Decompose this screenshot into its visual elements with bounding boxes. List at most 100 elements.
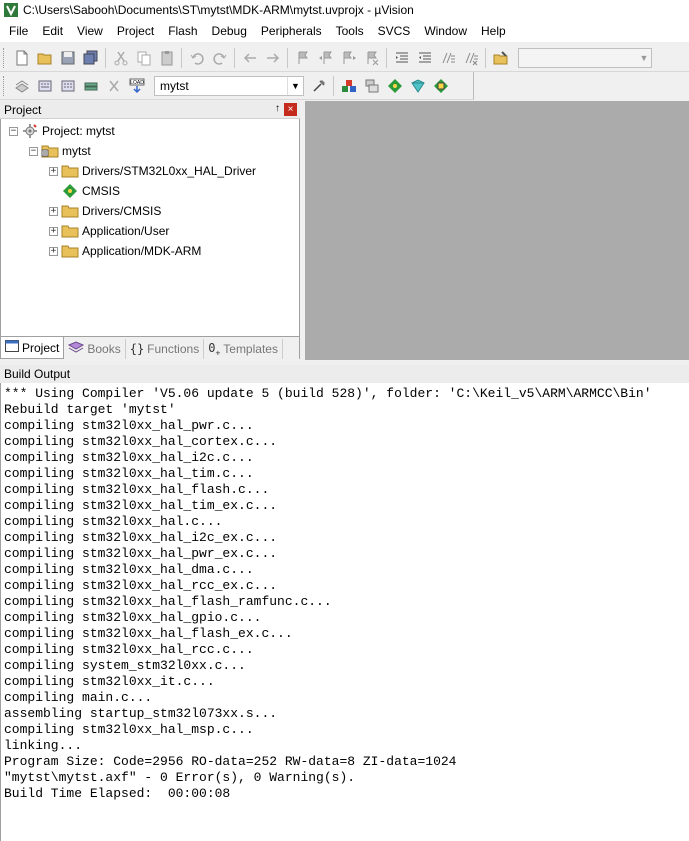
build-output-line: compiling stm32l0xx_hal_i2c_ex.c... bbox=[4, 530, 278, 545]
file-toolbar: ▼ bbox=[0, 44, 689, 72]
toolbar-separator bbox=[333, 75, 334, 96]
manage-rte-icon[interactable] bbox=[384, 75, 406, 97]
expand-icon[interactable]: + bbox=[49, 206, 58, 216]
tab-project[interactable]: Project bbox=[0, 337, 65, 359]
tab-templates[interactable]: 0+ Templates bbox=[204, 339, 283, 359]
menu-debug[interactable]: Debug bbox=[205, 20, 254, 42]
bookmark-next-icon[interactable] bbox=[338, 47, 360, 69]
unindent-icon[interactable] bbox=[414, 47, 436, 69]
build-output-line: compiling stm32l0xx_hal_pwr_ex.c... bbox=[4, 546, 278, 561]
cut-icon[interactable] bbox=[110, 47, 132, 69]
tree-group[interactable]: + Application/User bbox=[49, 221, 169, 241]
save-icon[interactable] bbox=[57, 47, 79, 69]
build-output-line: compiling stm32l0xx_hal_pwr.c... bbox=[4, 418, 254, 433]
save-all-icon[interactable] bbox=[80, 47, 102, 69]
build-output-line: compiling stm32l0xx_hal_rcc_ex.c... bbox=[4, 578, 278, 593]
stop-build-icon[interactable] bbox=[103, 75, 125, 97]
menu-file[interactable]: File bbox=[2, 20, 35, 42]
toolbar-grip[interactable] bbox=[3, 75, 7, 96]
comment-icon[interactable] bbox=[437, 47, 459, 69]
software-packs-icon[interactable] bbox=[430, 75, 452, 97]
navigate-forward-icon[interactable] bbox=[262, 47, 284, 69]
select-packs-icon[interactable] bbox=[361, 75, 383, 97]
folder-icon bbox=[61, 223, 79, 239]
tree-group[interactable]: + Drivers/CMSIS bbox=[49, 201, 161, 221]
new-file-icon[interactable] bbox=[11, 47, 33, 69]
tree-group[interactable]: + Drivers/STM32L0xx_HAL_Driver bbox=[49, 161, 256, 181]
find-combo[interactable]: ▼ bbox=[518, 47, 652, 68]
menu-edit[interactable]: Edit bbox=[35, 20, 70, 42]
menu-bar: File Edit View Project Flash Debug Perip… bbox=[0, 20, 689, 42]
find-in-files-icon[interactable] bbox=[490, 47, 512, 69]
tree-group-label: Drivers/CMSIS bbox=[82, 204, 162, 218]
target-select[interactable]: mytst ▼ bbox=[154, 75, 304, 96]
toolbar-grip[interactable] bbox=[3, 47, 7, 68]
menu-flash[interactable]: Flash bbox=[161, 20, 204, 42]
cmsis-component-icon bbox=[61, 183, 79, 199]
pin-icon[interactable]: ↑ bbox=[275, 103, 280, 114]
build-output-line: compiling main.c... bbox=[4, 690, 153, 705]
batch-build-icon[interactable] bbox=[80, 75, 102, 97]
collapse-icon[interactable]: − bbox=[9, 126, 18, 136]
books-icon bbox=[68, 340, 85, 358]
menu-tools[interactable]: Tools bbox=[329, 20, 371, 42]
build-output-line: compiling stm32l0xx_it.c... bbox=[4, 674, 215, 689]
tree-group-label: Application/MDK-ARM bbox=[82, 244, 202, 258]
toolbar-separator bbox=[485, 47, 486, 68]
undo-icon[interactable] bbox=[186, 47, 208, 69]
pack-installer-icon[interactable] bbox=[407, 75, 429, 97]
build-output-line: compiling stm32l0xx_hal_msp.c... bbox=[4, 722, 254, 737]
tree-root[interactable]: − Project: mytst bbox=[9, 121, 115, 141]
indent-icon[interactable] bbox=[391, 47, 413, 69]
expand-icon[interactable]: + bbox=[49, 246, 58, 256]
expand-icon[interactable]: + bbox=[49, 166, 58, 176]
tree-group[interactable]: CMSIS bbox=[61, 181, 120, 201]
bookmark-prev-icon[interactable] bbox=[315, 47, 337, 69]
chevron-down-icon[interactable]: ▼ bbox=[637, 49, 651, 67]
menu-project[interactable]: Project bbox=[110, 20, 161, 42]
toolbar-separator bbox=[105, 47, 106, 68]
copy-icon[interactable] bbox=[133, 47, 155, 69]
menu-view[interactable]: View bbox=[70, 20, 110, 42]
build-output-line: compiling stm32l0xx_hal_tim_ex.c... bbox=[4, 498, 278, 513]
close-icon[interactable]: × bbox=[284, 103, 297, 116]
rebuild-icon[interactable] bbox=[57, 75, 79, 97]
target-folder-icon bbox=[41, 143, 59, 159]
redo-icon[interactable] bbox=[209, 47, 231, 69]
build-output-line: linking... bbox=[4, 738, 83, 753]
chevron-down-icon[interactable]: ▼ bbox=[287, 76, 303, 95]
menu-svcs[interactable]: SVCS bbox=[371, 20, 418, 42]
target-options-icon[interactable] bbox=[308, 75, 330, 97]
menu-help[interactable]: Help bbox=[474, 20, 513, 42]
open-folder-icon[interactable] bbox=[34, 47, 56, 69]
folder-icon bbox=[61, 203, 79, 219]
menu-peripherals[interactable]: Peripherals bbox=[254, 20, 329, 42]
download-icon[interactable]: LOAD bbox=[126, 75, 148, 97]
tab-books[interactable]: Books bbox=[64, 339, 126, 359]
build-output-line: *** Using Compiler 'V5.06 update 5 (buil… bbox=[4, 386, 652, 401]
navigate-back-icon[interactable] bbox=[239, 47, 261, 69]
menu-window[interactable]: Window bbox=[417, 20, 474, 42]
tree-group[interactable]: + Application/MDK-ARM bbox=[49, 241, 201, 261]
manage-project-items-icon[interactable] bbox=[338, 75, 360, 97]
build-output-line: compiling stm32l0xx_hal_dma.c... bbox=[4, 562, 254, 577]
folder-icon bbox=[61, 163, 79, 179]
translate-icon[interactable] bbox=[11, 75, 33, 97]
paste-icon[interactable] bbox=[156, 47, 178, 69]
uncomment-icon[interactable] bbox=[460, 47, 482, 69]
templates-icon: 0+ bbox=[208, 340, 221, 358]
bookmark-icon[interactable] bbox=[292, 47, 314, 69]
toolbar-separator bbox=[234, 47, 235, 68]
build-output-pane[interactable]: *** Using Compiler 'V5.06 update 5 (buil… bbox=[0, 383, 689, 841]
bookmark-clear-icon[interactable] bbox=[361, 47, 383, 69]
tab-functions[interactable]: {} Functions bbox=[126, 339, 205, 359]
svg-text:LOAD: LOAD bbox=[130, 80, 144, 86]
build-output-line: compiling stm32l0xx_hal.c... bbox=[4, 514, 223, 529]
expand-icon[interactable]: + bbox=[49, 226, 58, 236]
collapse-icon[interactable]: − bbox=[29, 146, 38, 156]
tree-target[interactable]: − mytst bbox=[29, 141, 91, 161]
editor-area[interactable] bbox=[305, 101, 689, 360]
build-output-line: compiling stm32l0xx_hal_rcc.c... bbox=[4, 642, 254, 657]
build-icon[interactable] bbox=[34, 75, 56, 97]
tab-project-label: Project bbox=[22, 340, 60, 355]
